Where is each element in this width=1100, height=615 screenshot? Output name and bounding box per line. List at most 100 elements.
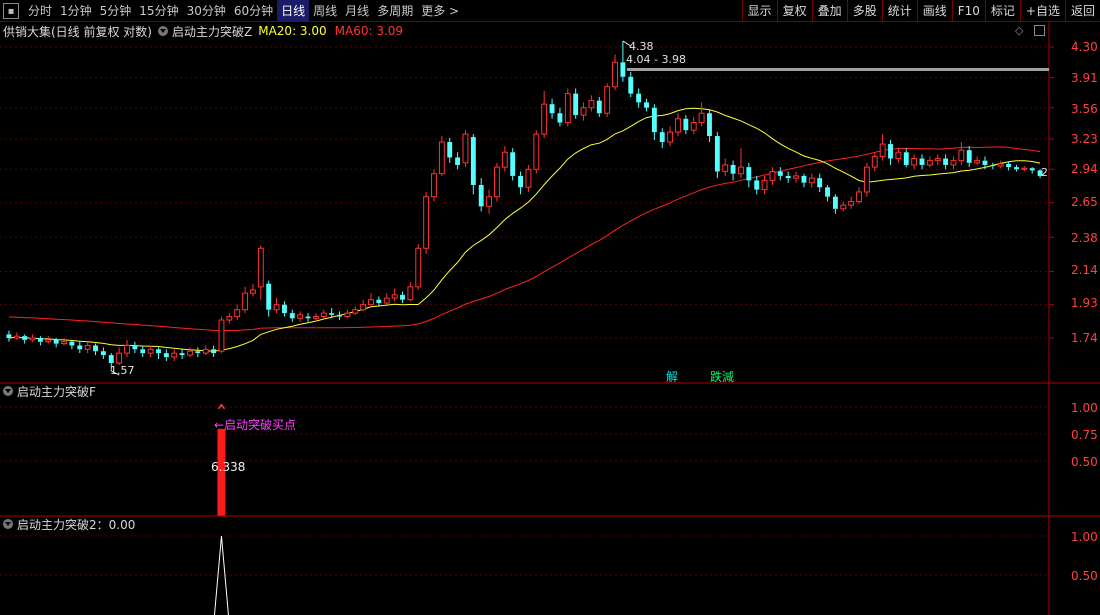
- candle: [257, 245, 264, 300]
- sub1-dropdown-icon[interactable]: [3, 386, 13, 396]
- candle-body: [746, 167, 752, 181]
- candle: [211, 345, 217, 358]
- candle: [266, 280, 272, 317]
- candle-body: [817, 178, 823, 188]
- candle: [37, 336, 43, 346]
- candle: [707, 109, 712, 143]
- candle-body: [1029, 168, 1035, 171]
- candle: [997, 160, 1004, 169]
- candle-body: [825, 187, 830, 197]
- candle: [187, 347, 193, 358]
- low-price-label: 1.57: [110, 364, 135, 377]
- candle: [604, 83, 611, 117]
- candle: [431, 169, 437, 202]
- candle: [470, 134, 476, 195]
- candle-body: [179, 353, 185, 356]
- candle-body: [108, 355, 114, 363]
- candle: [557, 107, 563, 127]
- candle-body: [525, 168, 532, 188]
- candle-body: [958, 149, 965, 162]
- candle-body: [242, 292, 249, 311]
- candle-body: [462, 133, 469, 164]
- candle-body: [202, 348, 209, 354]
- candle-body: [494, 166, 500, 198]
- candle-body: [596, 100, 602, 114]
- candle-body: [6, 334, 12, 338]
- candle-body: [950, 160, 957, 166]
- candle: [140, 345, 146, 358]
- candle-body: [69, 341, 75, 346]
- candle: [698, 102, 705, 127]
- candle: [525, 164, 532, 192]
- candle: [344, 309, 351, 319]
- candle: [832, 194, 838, 214]
- candle: [785, 171, 791, 183]
- candle: [761, 175, 768, 195]
- candle: [628, 71, 634, 98]
- kline-chart[interactable]: [0, 0, 1100, 615]
- candle-body: [636, 93, 642, 103]
- candle: [895, 148, 902, 163]
- buy-point-label: ←启动突破买点: [214, 418, 297, 432]
- price-tick: 3.91: [1071, 71, 1098, 85]
- candle-body: [510, 152, 516, 176]
- candle-body: [761, 179, 768, 191]
- candle-body: [45, 339, 52, 343]
- candle: [754, 175, 760, 195]
- candle-body: [856, 191, 862, 202]
- candle-body: [289, 313, 295, 319]
- sub2-dropdown-icon[interactable]: [3, 519, 13, 529]
- candle-body: [683, 118, 689, 131]
- sub2-axis-tick: 0.50: [1071, 569, 1098, 583]
- candle-body: [447, 142, 453, 158]
- candle-body: [171, 352, 178, 358]
- candle: [352, 306, 359, 315]
- candle-body: [22, 336, 28, 340]
- candle-body: [77, 345, 83, 350]
- sub2-title[interactable]: 启动主力突破2：0.00: [17, 516, 135, 533]
- candle-body: [879, 143, 886, 157]
- candle-body: [116, 352, 123, 364]
- candle: [958, 142, 965, 165]
- candle: [966, 146, 972, 168]
- candle: [13, 332, 20, 340]
- candle-body: [423, 196, 430, 249]
- candle-body: [588, 100, 595, 109]
- candle-body: [61, 341, 67, 345]
- candle-body: [470, 137, 476, 185]
- sub-panel-1-header: 启动主力突破F: [0, 383, 96, 399]
- candle: [612, 54, 618, 91]
- candle: [100, 347, 106, 360]
- candle-body: [620, 62, 626, 77]
- candle-body: [943, 158, 949, 165]
- candle: [438, 136, 445, 176]
- last-price-mark: 2: [1041, 166, 1048, 179]
- candle: [242, 286, 249, 314]
- candle: [289, 309, 295, 322]
- candle: [911, 154, 918, 170]
- sub1-axis-tick: 0.75: [1071, 428, 1098, 442]
- candle: [722, 158, 729, 176]
- candle: [147, 345, 154, 358]
- candle-body: [13, 335, 20, 339]
- candle-body: [832, 196, 838, 209]
- candle: [808, 173, 815, 188]
- candle: [863, 162, 870, 197]
- candle-body: [218, 319, 225, 352]
- candle: [124, 339, 130, 358]
- candle-body: [698, 112, 705, 124]
- candle-body: [612, 61, 618, 88]
- candle: [580, 102, 587, 121]
- candle: [879, 134, 886, 161]
- candle-body: [793, 175, 799, 179]
- candle: [218, 316, 225, 354]
- candle: [950, 156, 957, 170]
- candle-body: [997, 163, 1004, 167]
- price-tick: 2.14: [1071, 263, 1098, 277]
- candle: [856, 187, 862, 204]
- candle-body: [132, 345, 138, 350]
- candle: [29, 334, 36, 342]
- candle-body: [966, 150, 972, 163]
- sub1-title[interactable]: 启动主力突破F: [17, 383, 96, 400]
- candle-body: [352, 309, 359, 314]
